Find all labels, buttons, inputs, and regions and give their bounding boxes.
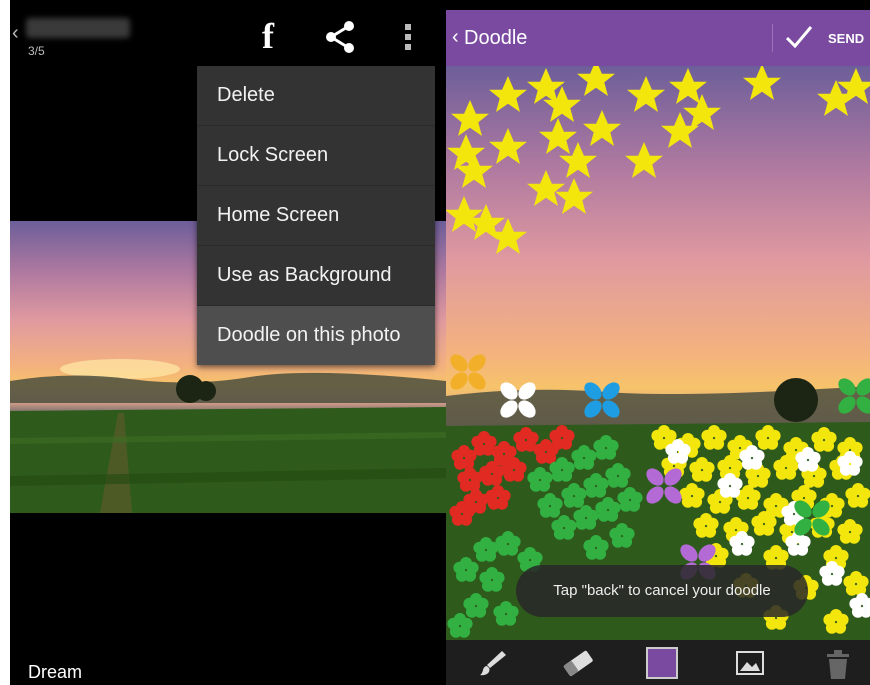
divider <box>772 24 773 52</box>
toast-message: Tap "back" to cancel your doodle <box>516 565 808 617</box>
menu-item-lock-screen[interactable]: Lock Screen <box>197 126 435 186</box>
check-icon[interactable] <box>784 24 814 55</box>
blurred-album-title <box>26 18 130 38</box>
overflow-menu: Delete Lock Screen Home Screen Use as Ba… <box>197 66 435 365</box>
doodle-toolbar <box>446 640 870 685</box>
trash-icon[interactable] <box>823 648 853 679</box>
menu-item-delete[interactable]: Delete <box>197 66 435 126</box>
photo-caption: Dream <box>28 662 83 682</box>
back-icon[interactable]: ‹ <box>452 26 459 49</box>
menu-item-doodle[interactable]: Doodle on this photo <box>197 306 435 365</box>
eraser-icon[interactable] <box>561 648 593 678</box>
doodle-action-bar: ‹ Doodle SEND <box>446 10 870 66</box>
send-button[interactable]: SEND <box>828 31 864 46</box>
color-swatch[interactable] <box>646 647 678 679</box>
status-strip <box>446 0 870 10</box>
overflow-menu-icon[interactable] <box>404 22 412 57</box>
image-icon[interactable] <box>735 648 765 678</box>
doodle-canvas[interactable] <box>446 66 870 640</box>
gallery-panel: ‹ 3/5 f Delete Lock Screen Home Screen U… <box>10 0 446 685</box>
brush-icon[interactable] <box>478 648 508 678</box>
share-icon[interactable] <box>324 20 356 59</box>
menu-item-home-screen[interactable]: Home Screen <box>197 186 435 246</box>
facebook-icon[interactable]: f <box>262 16 274 56</box>
menu-item-use-as-background[interactable]: Use as Background <box>197 246 435 306</box>
photo-counter: 3/5 <box>28 44 45 58</box>
back-icon[interactable]: ‹ <box>12 22 19 45</box>
doodle-panel: ‹ Doodle SEND Tap "back" to cancel your … <box>446 0 870 685</box>
doodle-title[interactable]: Doodle <box>464 27 527 50</box>
gallery-action-bar: ‹ 3/5 f <box>10 0 446 66</box>
